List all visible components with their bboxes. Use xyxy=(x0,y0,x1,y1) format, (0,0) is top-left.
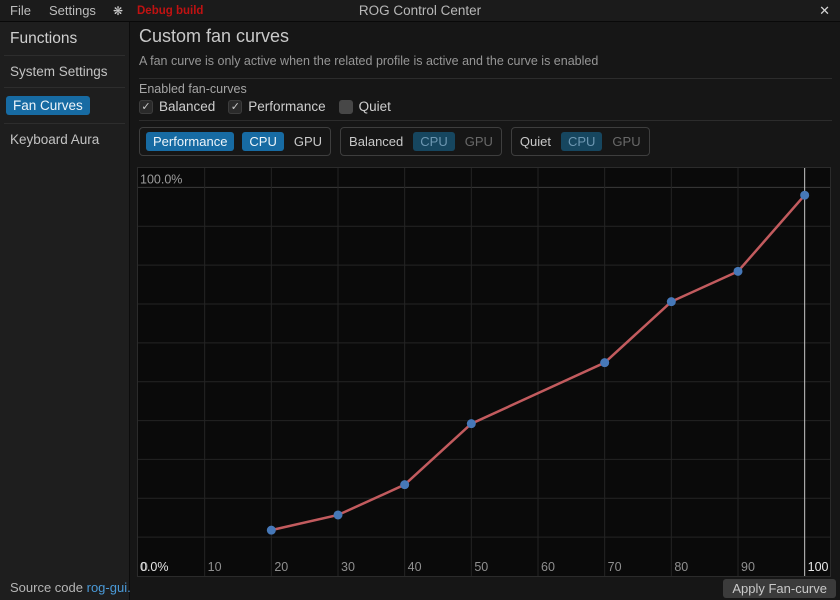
performance-cpu-tab[interactable]: CPU xyxy=(242,132,283,151)
debug-build-badge: Debug build xyxy=(131,5,203,17)
sidebar-item-fan-curves-label: Fan Curves xyxy=(6,96,90,115)
balanced-profile-button[interactable]: Balanced xyxy=(347,132,405,151)
profile-group-performance: Performance CPU GPU xyxy=(139,127,331,156)
titlebar: File Settings ❋ Debug build ROG Control … xyxy=(0,0,840,22)
fan-curve-point[interactable] xyxy=(600,358,609,367)
fan-curve-point[interactable] xyxy=(734,267,743,276)
x-tick-label: 100 xyxy=(808,560,829,574)
checkbox-balanced-box: ✓ xyxy=(139,100,153,114)
x-tick-label: 40 xyxy=(408,560,422,574)
divider xyxy=(139,78,832,79)
fan-curve-point[interactable] xyxy=(667,297,676,306)
fan-curve-plot-svg: 0102030405060708090100100.0%0.0% xyxy=(138,168,830,576)
divider xyxy=(139,120,832,121)
sidebar-item-keyboard-aura[interactable]: Keyboard Aura xyxy=(0,124,129,155)
checkbox-performance-box: ✓ xyxy=(228,100,242,114)
sidebar: Functions System Settings Fan Curves Key… xyxy=(0,22,130,600)
performance-gpu-tab[interactable]: GPU xyxy=(292,132,324,151)
page-title: Custom fan curves xyxy=(139,26,289,47)
checkbox-performance[interactable]: ✓ Performance xyxy=(228,99,325,114)
source-code-footer: Source code rog-gui. xyxy=(10,580,131,595)
quiet-profile-button[interactable]: Quiet xyxy=(518,132,553,151)
x-tick-label: 50 xyxy=(474,560,488,574)
menu-file[interactable]: File xyxy=(0,3,40,18)
quiet-gpu-tab[interactable]: GPU xyxy=(610,132,642,151)
checkbox-balanced-label: Balanced xyxy=(159,99,215,114)
checkbox-quiet-label: Quiet xyxy=(359,99,391,114)
y-min-label: 0.0% xyxy=(140,560,169,574)
fan-curve-point[interactable] xyxy=(267,526,276,535)
x-tick-label: 30 xyxy=(341,560,355,574)
apply-fan-curve-button[interactable]: Apply Fan-curve xyxy=(723,579,836,598)
checkbox-quiet[interactable]: Quiet xyxy=(339,99,391,114)
performance-profile-button[interactable]: Performance xyxy=(146,132,234,151)
fan-curve-point[interactable] xyxy=(800,191,809,200)
checkbox-performance-label: Performance xyxy=(248,99,325,114)
sidebar-item-fan-curves[interactable]: Fan Curves xyxy=(0,88,129,123)
page-subtitle: A fan curve is only active when the rela… xyxy=(139,54,598,68)
balanced-cpu-tab[interactable]: CPU xyxy=(413,132,454,151)
y-max-label: 100.0% xyxy=(140,172,182,186)
x-tick-label: 80 xyxy=(674,560,688,574)
checkbox-balanced[interactable]: ✓ Balanced xyxy=(139,99,215,114)
x-tick-label: 90 xyxy=(741,560,755,574)
close-icon[interactable]: ✕ xyxy=(819,0,830,22)
x-tick-label: 20 xyxy=(274,560,288,574)
fan-curve-plot[interactable]: 0102030405060708090100100.0%0.0% xyxy=(137,167,831,577)
profile-group-balanced: Balanced CPU GPU xyxy=(340,127,502,156)
profile-groups-row: Performance CPU GPU Balanced CPU GPU Qui… xyxy=(139,127,650,156)
enabled-checkbox-row: ✓ Balanced ✓ Performance Quiet xyxy=(139,99,391,114)
profile-group-quiet: Quiet CPU GPU xyxy=(511,127,650,156)
theme-toggle-icon[interactable]: ❋ xyxy=(105,4,131,18)
menu-settings[interactable]: Settings xyxy=(40,3,105,18)
fan-curve-point[interactable] xyxy=(400,480,409,489)
enabled-fan-curves-label: Enabled fan-curves xyxy=(139,82,247,96)
balanced-gpu-tab[interactable]: GPU xyxy=(463,132,495,151)
fan-curve-point[interactable] xyxy=(334,510,343,519)
source-code-text: Source code xyxy=(10,580,83,595)
fan-curve-point[interactable] xyxy=(467,419,476,428)
checkbox-quiet-box xyxy=(339,100,353,114)
sidebar-heading: Functions xyxy=(0,22,129,55)
x-tick-label: 70 xyxy=(608,560,622,574)
rog-gui-link[interactable]: rog-gui. xyxy=(87,580,131,595)
x-tick-label: 60 xyxy=(541,560,555,574)
quiet-cpu-tab[interactable]: CPU xyxy=(561,132,602,151)
sidebar-item-system-settings[interactable]: System Settings xyxy=(0,56,129,87)
main-panel: Custom fan curves A fan curve is only ac… xyxy=(131,22,840,600)
x-tick-label: 10 xyxy=(208,560,222,574)
